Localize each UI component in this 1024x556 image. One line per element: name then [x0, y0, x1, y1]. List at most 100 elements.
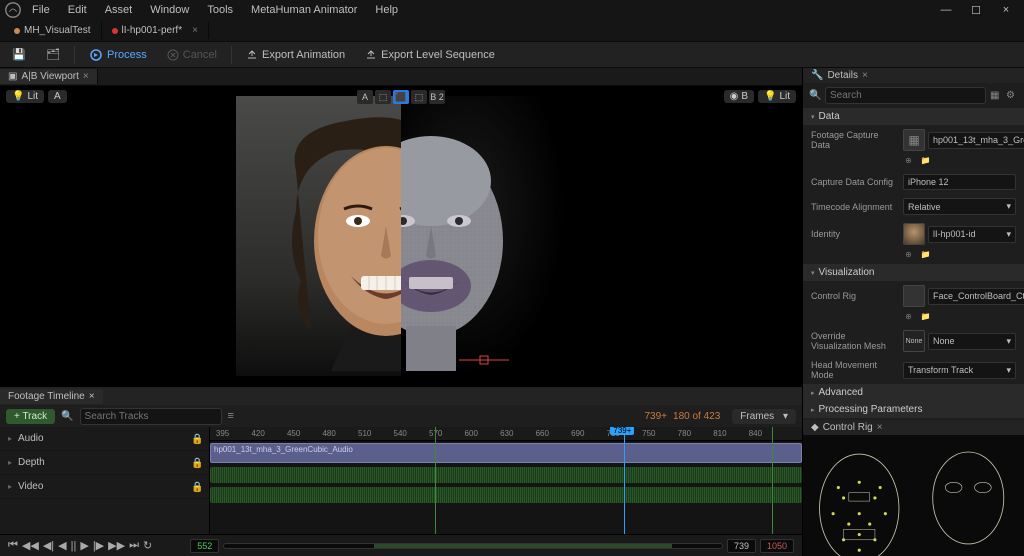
- lock-icon[interactable]: 🔒: [191, 458, 201, 468]
- section-visualization[interactable]: ▾Visualization: [803, 264, 1024, 281]
- in-marker[interactable]: [435, 427, 436, 534]
- use-selected-button[interactable]: ⊕: [903, 249, 914, 260]
- filter-icon[interactable]: ≡: [228, 410, 234, 422]
- viewport-lit-mode-b[interactable]: 💡Lit: [758, 90, 796, 103]
- viewport-camera-a[interactable]: A: [48, 90, 67, 103]
- close-icon[interactable]: ×: [877, 422, 883, 433]
- transport-play-button[interactable]: ▶: [80, 539, 88, 552]
- section-data[interactable]: ▾Data: [803, 108, 1024, 125]
- export-animation-button[interactable]: Export Animation: [240, 47, 351, 63]
- transport-start-button[interactable]: ⏮: [8, 539, 18, 552]
- browse-asset-button[interactable]: 📁: [920, 311, 931, 322]
- export-sequence-button[interactable]: Export Level Sequence: [359, 47, 501, 63]
- track-row-depth[interactable]: ▸ Depth 🔒: [0, 451, 209, 475]
- control-rig-tab[interactable]: ◆ Control Rig ×: [803, 420, 891, 435]
- identity-dropdown[interactable]: lI-hp001-id▾: [928, 226, 1016, 243]
- save-button[interactable]: 💾: [6, 46, 32, 64]
- transport-step-back-button[interactable]: ◀|: [43, 539, 54, 552]
- add-track-button[interactable]: + Track: [6, 409, 55, 424]
- viewport-camera-b[interactable]: ◉ B: [724, 90, 754, 103]
- close-icon[interactable]: ×: [83, 71, 89, 82]
- transport-play-back-button[interactable]: ◀: [58, 539, 66, 552]
- transport-pause-button[interactable]: ||: [71, 540, 77, 552]
- expand-icon[interactable]: ▸: [8, 482, 12, 491]
- split-mode-a[interactable]: A: [357, 90, 373, 104]
- track-row-video[interactable]: ▸ Video 🔒: [0, 475, 209, 499]
- video-clip[interactable]: [210, 487, 802, 503]
- out-frame-field[interactable]: 1050: [760, 539, 794, 553]
- section-advanced[interactable]: ▸Advanced: [803, 384, 1024, 401]
- doc-tab-perf[interactable]: lI-hp001-perf* ×: [102, 22, 209, 39]
- audio-clip[interactable]: hp001_13t_mha_3_GreenCubic_Audio: [210, 443, 802, 463]
- timeline-canvas[interactable]: 395 420 450 480 510 540 570 600 630 660 …: [210, 427, 802, 534]
- identity-thumb[interactable]: [903, 223, 925, 245]
- grid-icon[interactable]: ▦: [990, 90, 1002, 102]
- transport-loop-button[interactable]: ↻: [143, 539, 152, 552]
- viewport-lit-mode-a[interactable]: 💡Lit: [6, 90, 44, 103]
- capture-config-dropdown[interactable]: iPhone 12: [903, 174, 1016, 190]
- depth-clip[interactable]: [210, 467, 802, 483]
- track-row-audio[interactable]: ▸ Audio 🔒: [0, 427, 209, 451]
- split-mode-1[interactable]: ⬚: [375, 90, 391, 104]
- current-frame-field[interactable]: 739: [727, 539, 756, 553]
- timecode-dropdown[interactable]: Relative▾: [903, 198, 1016, 215]
- toolbar: 💾 🗂 Process Cancel Export Animation Expo…: [0, 42, 1024, 68]
- window-maximize-button[interactable]: ☐: [962, 2, 990, 19]
- viewport-tab[interactable]: ▣ A|B Viewport ×: [0, 69, 98, 84]
- process-button[interactable]: Process: [83, 46, 153, 64]
- split-mode-3[interactable]: ⬚: [411, 90, 427, 104]
- override-mesh-dropdown[interactable]: None▾: [928, 333, 1016, 350]
- lock-icon[interactable]: 🔒: [191, 434, 201, 444]
- doc-tab-visualtest[interactable]: MH_VisualTest: [4, 22, 102, 39]
- menu-edit[interactable]: Edit: [60, 2, 95, 18]
- section-processing[interactable]: ▸Processing Parameters: [803, 401, 1024, 418]
- use-selected-button[interactable]: ⊕: [903, 311, 914, 322]
- playhead[interactable]: [624, 427, 625, 534]
- close-icon[interactable]: ×: [192, 25, 198, 36]
- timeline-start-frame: 739+: [644, 411, 667, 422]
- asset-thumb-icon[interactable]: ▦: [903, 129, 925, 151]
- window-minimize-button[interactable]: —: [932, 2, 960, 18]
- expand-icon[interactable]: ▸: [8, 434, 12, 443]
- browse-asset-button[interactable]: 📁: [920, 155, 931, 166]
- menu-help[interactable]: Help: [367, 2, 406, 18]
- details-tab[interactable]: 🔧 Details ×: [803, 68, 876, 83]
- transport-rewind-button[interactable]: ◀◀: [22, 539, 39, 552]
- transport-fastfwd-button[interactable]: ▶▶: [108, 539, 125, 552]
- lock-icon[interactable]: 🔒: [191, 482, 201, 492]
- menu-file[interactable]: File: [24, 2, 58, 18]
- timeline-scrubber[interactable]: [223, 543, 723, 549]
- browse-button[interactable]: 🗂: [40, 46, 66, 64]
- control-rig-dropdown[interactable]: Face_ControlBoard_CtrlR▾: [928, 288, 1024, 305]
- in-frame-field[interactable]: 552: [190, 539, 219, 553]
- menu-metahuman[interactable]: MetaHuman Animator: [243, 2, 365, 18]
- track-search-input[interactable]: [80, 408, 222, 425]
- rig-thumb[interactable]: [903, 285, 925, 307]
- close-icon[interactable]: ×: [862, 70, 868, 81]
- time-unit-dropdown[interactable]: Frames ▾: [732, 409, 796, 424]
- viewport[interactable]: 💡Lit A A ⬚ ⬛ ⬚ B 2 ◉ B 💡Lit: [0, 86, 802, 386]
- control-rig-viewport[interactable]: TWEAKERS: [803, 435, 1024, 556]
- transport-step-fwd-button[interactable]: |▶: [93, 539, 104, 552]
- menu-tools[interactable]: Tools: [199, 2, 241, 18]
- footage-capture-dropdown[interactable]: hp001_13t_mha_3_Greer▾: [928, 132, 1024, 149]
- prop-identity: Identity lI-hp001-id▾: [803, 219, 1024, 249]
- transport-end-button[interactable]: ⏭: [129, 539, 139, 552]
- split-mode-b[interactable]: B 2: [429, 90, 445, 104]
- none-thumb[interactable]: None: [903, 330, 925, 352]
- browse-asset-button[interactable]: 📁: [920, 249, 931, 260]
- details-search-input[interactable]: [825, 87, 986, 104]
- close-icon[interactable]: ×: [89, 391, 95, 402]
- head-movement-dropdown[interactable]: Transform Track▾: [903, 362, 1016, 379]
- menu-asset[interactable]: Asset: [97, 2, 141, 18]
- use-selected-button[interactable]: ⊕: [903, 155, 914, 166]
- out-marker[interactable]: [772, 427, 773, 534]
- split-mode-2[interactable]: ⬛: [393, 90, 409, 104]
- cancel-button[interactable]: Cancel: [161, 47, 223, 63]
- timeline-tab[interactable]: Footage Timeline ×: [0, 389, 103, 404]
- window-close-button[interactable]: ×: [992, 2, 1020, 18]
- timeline-ruler[interactable]: 395 420 450 480 510 540 570 600 630 660 …: [210, 427, 802, 441]
- expand-icon[interactable]: ▸: [8, 458, 12, 467]
- menu-window[interactable]: Window: [142, 2, 197, 18]
- gear-icon[interactable]: ⚙: [1006, 90, 1018, 102]
